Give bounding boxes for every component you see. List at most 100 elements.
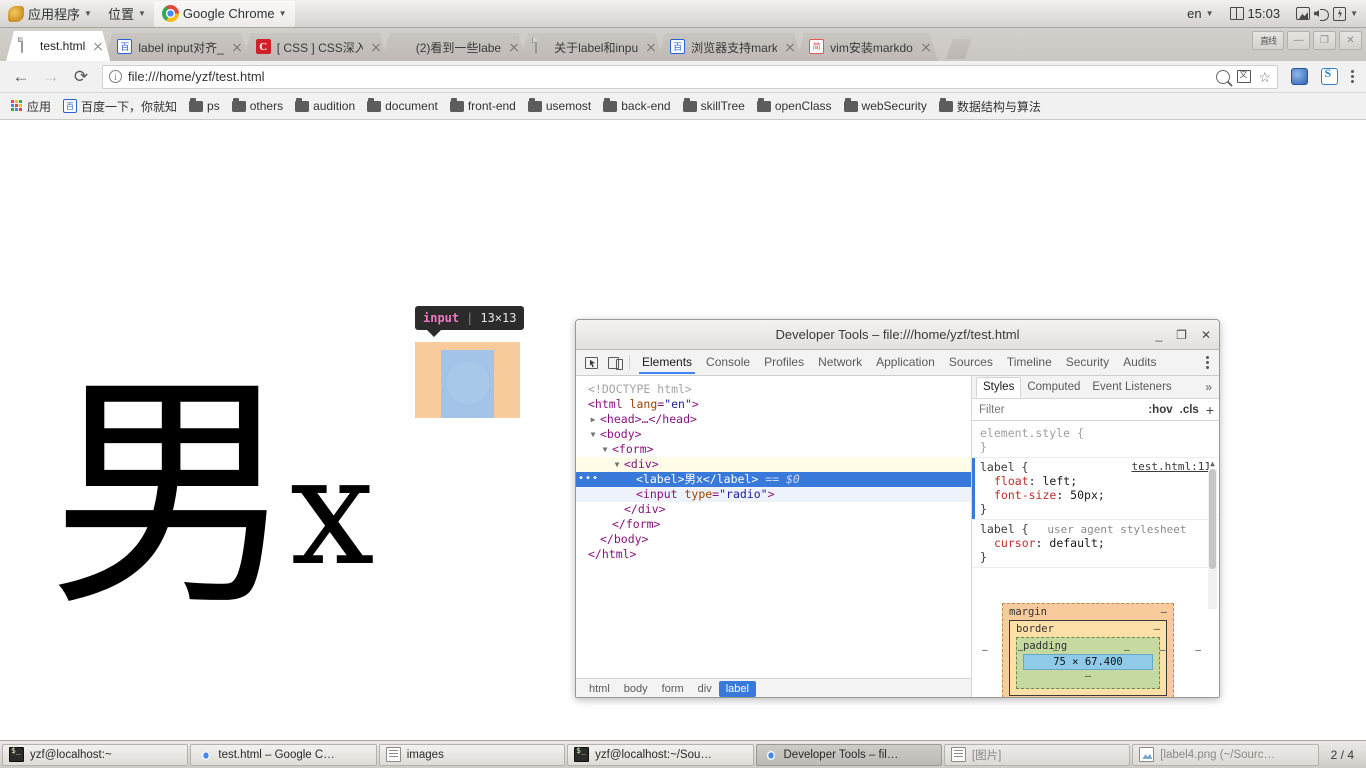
tab-computed[interactable]: Computed bbox=[1021, 378, 1086, 397]
dom-node-form[interactable]: ▼ <form> bbox=[576, 442, 971, 457]
style-declaration[interactable]: font-size: 50px; bbox=[980, 488, 1211, 502]
devtools-titlebar[interactable]: Developer Tools – file:///home/yzf/test.… bbox=[576, 320, 1219, 350]
expand-ellipsis-icon[interactable]: ••• bbox=[578, 474, 599, 484]
address-bar[interactable]: i file:///home/yzf/test.html ☆ bbox=[102, 64, 1278, 89]
taskbar-item-chrome-test[interactable]: test.html – Google C… bbox=[190, 743, 377, 766]
bookmark-folder-usemost[interactable]: usemost bbox=[522, 97, 597, 115]
tab-elements[interactable]: Elements bbox=[635, 351, 699, 374]
info-icon[interactable]: i bbox=[109, 70, 122, 83]
extension-button-1[interactable] bbox=[1284, 63, 1314, 91]
page-label-element[interactable]: 男x bbox=[48, 372, 375, 620]
inspect-element-button[interactable] bbox=[580, 352, 602, 374]
bookmark-folder-front-end[interactable]: front-end bbox=[444, 97, 522, 115]
style-rule-element-style[interactable]: element.style { } bbox=[972, 424, 1219, 458]
applications-menu[interactable]: 应用程序 ▼ bbox=[0, 1, 100, 27]
bookmark-folder-document[interactable]: document bbox=[361, 97, 444, 115]
minimize-button[interactable]: _ bbox=[1155, 329, 1162, 341]
dom-node-html[interactable]: <html lang="en"> bbox=[576, 397, 971, 412]
tab-sources[interactable]: Sources bbox=[942, 351, 1000, 374]
zoom-magnifier-icon[interactable] bbox=[1216, 69, 1231, 84]
bookmark-apps[interactable]: 应用 bbox=[5, 96, 57, 117]
browser-tab-4[interactable]: (2)看到一些labe bbox=[382, 33, 526, 61]
bookmark-folder-algorithms[interactable]: 数据结构与算法 bbox=[933, 96, 1047, 117]
box-model-diagram[interactable]: margin – border – padding 75 × 67.400 – … bbox=[980, 599, 1203, 697]
dom-node-div[interactable]: ▼ <div> bbox=[576, 457, 971, 472]
close-icon[interactable] bbox=[782, 39, 798, 55]
taskbar-item-terminal-1[interactable]: yzf@localhost:~ bbox=[2, 743, 189, 766]
tab-profiles[interactable]: Profiles bbox=[757, 351, 811, 374]
tab-application[interactable]: Application bbox=[869, 351, 942, 374]
window-menu-chrome[interactable]: Google Chrome ▼ bbox=[153, 0, 295, 27]
forward-button[interactable]: → bbox=[36, 63, 66, 91]
places-menu[interactable]: 位置 ▼ bbox=[100, 1, 154, 27]
taskbar-item-devtools[interactable]: Developer Tools – fil… bbox=[755, 743, 942, 766]
taskbar-item-terminal-2[interactable]: yzf@localhost:~/Sou… bbox=[567, 743, 754, 766]
extension-button-2[interactable] bbox=[1314, 63, 1344, 91]
keyboard-layout-indicator[interactable]: en ▼ bbox=[1179, 1, 1221, 27]
browser-tab-7[interactable]: 简 vim安装markdo bbox=[796, 33, 938, 61]
workspace-indicator[interactable]: 2 / 4 bbox=[1321, 748, 1364, 762]
dom-node-doctype[interactable]: <!DOCTYPE html> bbox=[576, 382, 971, 397]
browser-tab-3[interactable]: C [ CSS ] CSS深入 bbox=[243, 33, 388, 61]
browser-tab-1[interactable]: test.html bbox=[6, 31, 110, 61]
close-button[interactable]: ✕ bbox=[1201, 329, 1211, 341]
device-toolbar-button[interactable] bbox=[602, 352, 624, 374]
bookmark-star-icon[interactable]: ☆ bbox=[1258, 70, 1271, 84]
dom-node-div-close[interactable]: </div> bbox=[576, 502, 971, 517]
styles-scrollbar[interactable]: ▲ bbox=[1208, 459, 1217, 609]
battery-icon[interactable] bbox=[1333, 6, 1347, 21]
breadcrumb-item-body[interactable]: body bbox=[617, 681, 655, 697]
bookmark-folder-skilltree[interactable]: skillTree bbox=[677, 97, 751, 115]
chevron-double-right-icon[interactable]: » bbox=[1205, 380, 1215, 394]
tab-timeline[interactable]: Timeline bbox=[1000, 351, 1059, 374]
system-tray[interactable]: ▼ bbox=[1288, 1, 1366, 27]
browser-tab-6[interactable]: 百 浏览器支持mark bbox=[657, 33, 802, 61]
hover-state-toggle[interactable]: :hov bbox=[1148, 404, 1172, 416]
chevron-right-icon[interactable]: ▶ bbox=[588, 412, 598, 427]
minimize-button[interactable]: — bbox=[1287, 31, 1310, 50]
chevron-down-icon[interactable]: ▼ bbox=[588, 427, 598, 442]
scrollbar-thumb[interactable] bbox=[1209, 469, 1216, 569]
close-icon[interactable] bbox=[918, 39, 934, 55]
dom-node-html-close[interactable]: </html> bbox=[576, 547, 971, 562]
chevron-down-icon[interactable]: ▼ bbox=[1350, 9, 1358, 18]
reload-button[interactable]: ⟳ bbox=[66, 63, 96, 91]
close-icon[interactable] bbox=[368, 39, 384, 55]
style-rule-label-useragent[interactable]: label { user agent stylesheet cursor: de… bbox=[972, 520, 1219, 568]
dom-node-body[interactable]: ▼ <body> bbox=[576, 427, 971, 442]
tab-console[interactable]: Console bbox=[699, 351, 757, 374]
taskbar-item-images[interactable]: images bbox=[378, 743, 566, 766]
back-button[interactable]: ← bbox=[6, 63, 36, 91]
chevron-up-icon[interactable]: ▲ bbox=[1208, 459, 1217, 468]
breadcrumb-item-div[interactable]: div bbox=[691, 681, 719, 697]
tab-security[interactable]: Security bbox=[1059, 351, 1116, 374]
browser-tab-5[interactable]: 关于label和inpu bbox=[520, 33, 663, 61]
close-icon[interactable] bbox=[229, 39, 245, 55]
breadcrumb-item-html[interactable]: html bbox=[582, 681, 617, 697]
bookmark-folder-others[interactable]: others bbox=[226, 97, 289, 115]
maximize-button[interactable]: ❐ bbox=[1176, 329, 1187, 341]
style-rule-label-author[interactable]: label { test.html:11 float: left; font-s… bbox=[972, 458, 1219, 520]
display-icon[interactable] bbox=[1296, 7, 1311, 20]
bookmark-folder-back-end[interactable]: back-end bbox=[597, 97, 676, 115]
dom-node-form-close[interactable]: </form> bbox=[576, 517, 971, 532]
dom-node-body-close[interactable]: </body> bbox=[576, 532, 971, 547]
box-model-border[interactable]: border – padding 75 × 67.400 – bbox=[1009, 620, 1167, 696]
breadcrumb-item-label[interactable]: label bbox=[718, 681, 756, 697]
new-tab-button[interactable] bbox=[946, 39, 972, 59]
tab-network[interactable]: Network bbox=[811, 351, 869, 374]
dom-node-input[interactable]: <input type="radio"> bbox=[576, 487, 971, 502]
dom-node-label-selected[interactable]: ••• <label>男x</label> == $0 bbox=[576, 472, 971, 487]
chevron-down-icon[interactable]: ▼ bbox=[612, 457, 622, 472]
style-rule-source-link[interactable]: test.html:11 bbox=[1132, 460, 1211, 473]
radio-input-element[interactable] bbox=[446, 361, 490, 405]
taskbar-item-label4-png[interactable]: [label4.png (~/Sourc… bbox=[1132, 743, 1319, 766]
dom-node-head[interactable]: ▶ <head>…</head> bbox=[576, 412, 971, 427]
browser-tab-2[interactable]: 百 label input对齐_ bbox=[104, 33, 248, 61]
close-icon[interactable] bbox=[506, 39, 522, 55]
styles-filter-input[interactable] bbox=[977, 402, 1067, 417]
taskbar-item-pictures[interactable]: [图片] bbox=[943, 743, 1131, 766]
bookmark-folder-ps[interactable]: ps bbox=[183, 97, 226, 115]
close-icon[interactable] bbox=[643, 39, 659, 55]
volume-icon[interactable] bbox=[1314, 7, 1330, 21]
